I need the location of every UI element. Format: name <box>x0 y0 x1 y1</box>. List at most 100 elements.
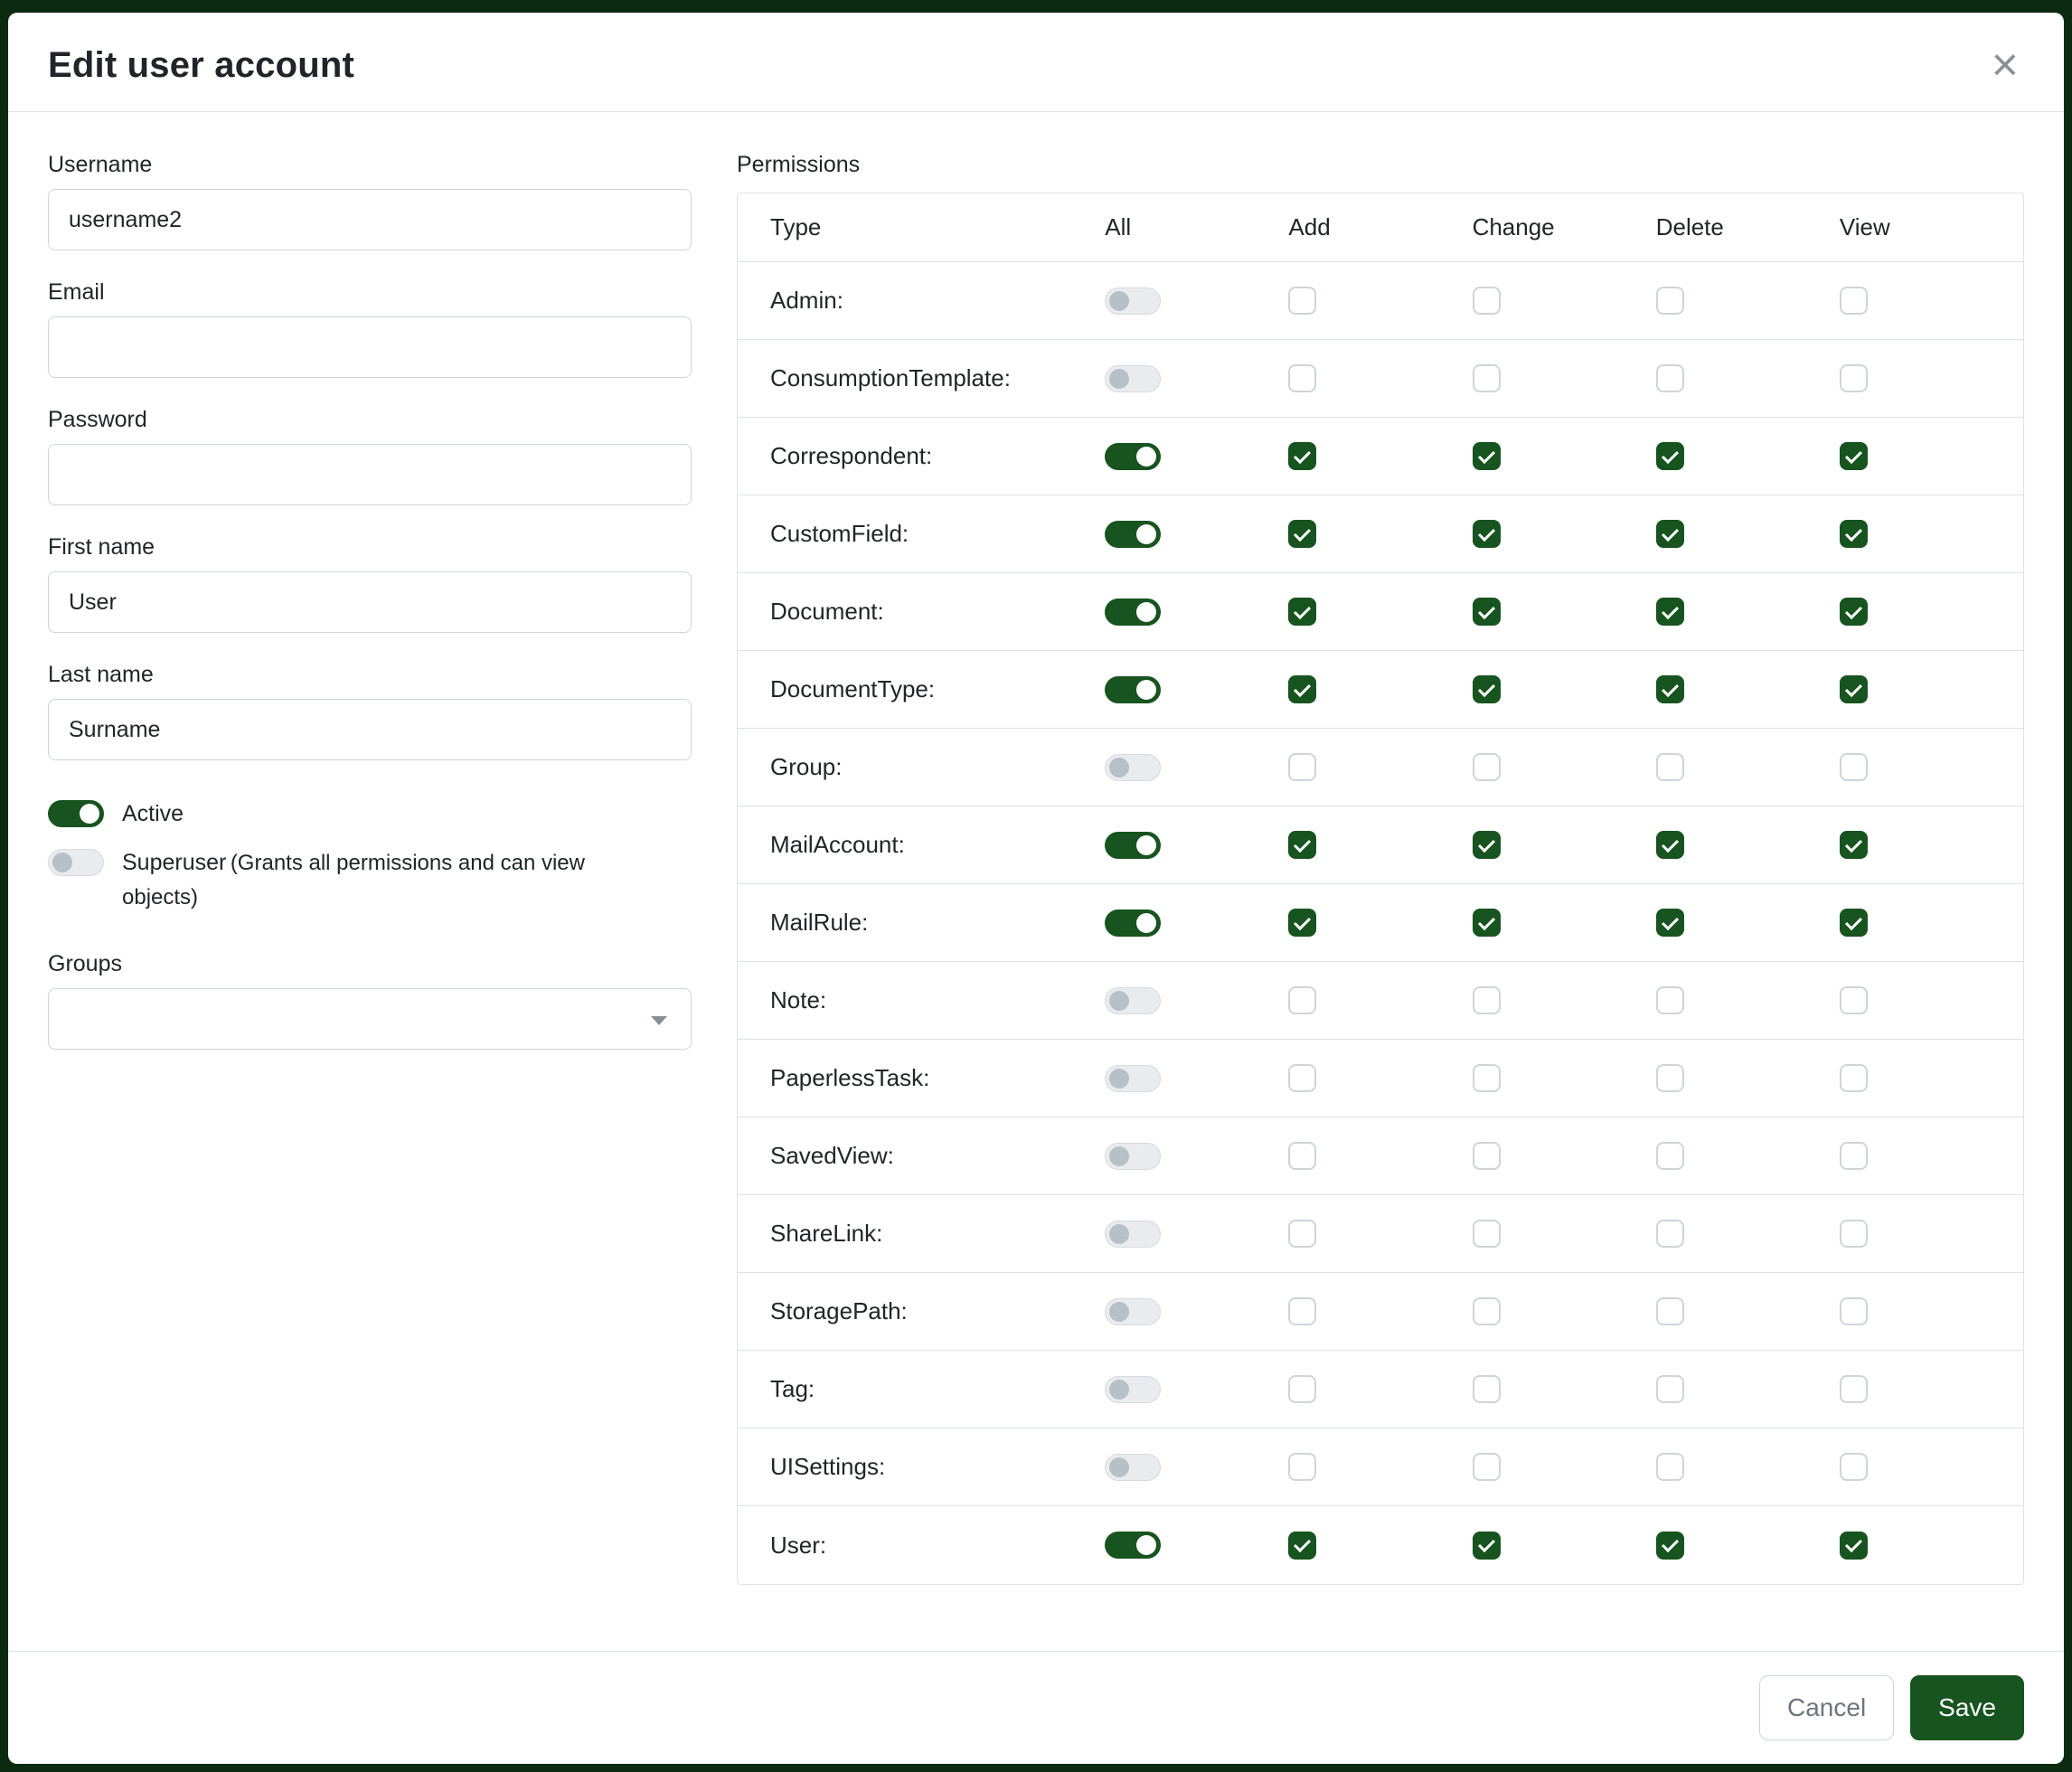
permission-delete-checkbox[interactable] <box>1656 753 1684 781</box>
permission-all-toggle[interactable] <box>1105 1454 1161 1481</box>
permission-add-checkbox[interactable] <box>1288 831 1316 859</box>
permission-row: Correspondent: <box>738 418 2023 495</box>
permission-change-checkbox[interactable] <box>1473 1142 1501 1170</box>
permission-change-checkbox[interactable] <box>1473 1532 1501 1560</box>
permission-view-checkbox[interactable] <box>1840 364 1868 392</box>
active-toggle[interactable] <box>48 800 104 827</box>
permission-change-checkbox[interactable] <box>1473 598 1501 626</box>
permission-delete-checkbox[interactable] <box>1656 986 1684 1014</box>
permission-change-checkbox[interactable] <box>1473 1297 1501 1325</box>
permission-delete-checkbox[interactable] <box>1656 598 1684 626</box>
email-field[interactable] <box>48 316 692 378</box>
permission-delete-checkbox[interactable] <box>1656 287 1684 315</box>
cancel-button[interactable]: Cancel <box>1759 1675 1894 1740</box>
permission-add-checkbox[interactable] <box>1288 753 1316 781</box>
password-field[interactable] <box>48 444 692 505</box>
permission-add-checkbox[interactable] <box>1288 287 1316 315</box>
permission-view-checkbox[interactable] <box>1840 598 1868 626</box>
permission-all-toggle[interactable] <box>1105 987 1161 1014</box>
permission-add-checkbox[interactable] <box>1288 1064 1316 1092</box>
permission-change-checkbox[interactable] <box>1473 1453 1501 1481</box>
permission-change-checkbox[interactable] <box>1473 520 1501 548</box>
permission-delete-checkbox[interactable] <box>1656 909 1684 937</box>
permission-delete-checkbox[interactable] <box>1656 520 1684 548</box>
permission-row: MailRule: <box>738 884 2023 962</box>
permission-all-toggle[interactable] <box>1105 832 1161 859</box>
permission-add-checkbox[interactable] <box>1288 1375 1316 1403</box>
permission-change-checkbox[interactable] <box>1473 831 1501 859</box>
permission-add-checkbox[interactable] <box>1288 1532 1316 1560</box>
permission-view-checkbox[interactable] <box>1840 675 1868 703</box>
permission-all-toggle[interactable] <box>1105 754 1161 781</box>
permission-add-checkbox[interactable] <box>1288 520 1316 548</box>
permission-add-checkbox[interactable] <box>1288 909 1316 937</box>
permission-change-checkbox[interactable] <box>1473 675 1501 703</box>
permission-view-checkbox[interactable] <box>1840 986 1868 1014</box>
permission-add-checkbox[interactable] <box>1288 1453 1316 1481</box>
permission-delete-checkbox[interactable] <box>1656 1453 1684 1481</box>
permission-view-checkbox[interactable] <box>1840 1142 1868 1170</box>
permission-delete-checkbox[interactable] <box>1656 675 1684 703</box>
permission-view-checkbox[interactable] <box>1840 442 1868 470</box>
permission-delete-checkbox[interactable] <box>1656 1142 1684 1170</box>
close-icon[interactable]: × <box>1986 45 2024 85</box>
permission-change-checkbox[interactable] <box>1473 1375 1501 1403</box>
permission-all-toggle[interactable] <box>1105 676 1161 703</box>
permission-all-toggle[interactable] <box>1105 287 1161 315</box>
groups-select[interactable] <box>48 988 692 1050</box>
permission-all-toggle[interactable] <box>1105 1065 1161 1092</box>
username-field[interactable] <box>48 189 692 250</box>
permission-view-checkbox[interactable] <box>1840 1064 1868 1092</box>
permission-delete-checkbox[interactable] <box>1656 1297 1684 1325</box>
permission-all-toggle[interactable] <box>1105 1532 1161 1559</box>
permission-change-checkbox[interactable] <box>1473 1064 1501 1092</box>
permission-change-checkbox[interactable] <box>1473 287 1501 315</box>
permission-view-checkbox[interactable] <box>1840 831 1868 859</box>
permission-view-checkbox[interactable] <box>1840 520 1868 548</box>
permission-add-checkbox[interactable] <box>1288 1297 1316 1325</box>
permission-change-checkbox[interactable] <box>1473 909 1501 937</box>
permission-change-checkbox[interactable] <box>1473 1220 1501 1248</box>
permission-view-checkbox[interactable] <box>1840 909 1868 937</box>
permission-all-toggle[interactable] <box>1105 365 1161 392</box>
first-name-field[interactable] <box>48 571 692 633</box>
permission-view-checkbox[interactable] <box>1840 1532 1868 1560</box>
permission-delete-checkbox[interactable] <box>1656 364 1684 392</box>
permission-all-toggle[interactable] <box>1105 599 1161 626</box>
permission-all-toggle[interactable] <box>1105 1221 1161 1248</box>
permission-add-checkbox[interactable] <box>1288 364 1316 392</box>
permission-view-checkbox[interactable] <box>1840 1297 1868 1325</box>
permission-add-checkbox[interactable] <box>1288 675 1316 703</box>
permission-add-checkbox[interactable] <box>1288 598 1316 626</box>
permission-cell-add <box>1288 520 1472 548</box>
last-name-field[interactable] <box>48 699 692 760</box>
permission-all-toggle[interactable] <box>1105 910 1161 937</box>
permission-cell-view <box>1840 1532 2023 1560</box>
permission-delete-checkbox[interactable] <box>1656 442 1684 470</box>
permission-delete-checkbox[interactable] <box>1656 1220 1684 1248</box>
permission-view-checkbox[interactable] <box>1840 1220 1868 1248</box>
permission-all-toggle[interactable] <box>1105 521 1161 548</box>
permission-all-toggle[interactable] <box>1105 1376 1161 1403</box>
permission-delete-checkbox[interactable] <box>1656 1532 1684 1560</box>
permission-view-checkbox[interactable] <box>1840 287 1868 315</box>
permission-change-checkbox[interactable] <box>1473 753 1501 781</box>
permission-change-checkbox[interactable] <box>1473 986 1501 1014</box>
permission-all-toggle[interactable] <box>1105 1143 1161 1170</box>
permission-add-checkbox[interactable] <box>1288 442 1316 470</box>
permission-view-checkbox[interactable] <box>1840 1375 1868 1403</box>
permission-add-checkbox[interactable] <box>1288 986 1316 1014</box>
permission-all-toggle[interactable] <box>1105 443 1161 470</box>
permission-all-toggle[interactable] <box>1105 1298 1161 1325</box>
permission-delete-checkbox[interactable] <box>1656 1064 1684 1092</box>
permission-change-checkbox[interactable] <box>1473 364 1501 392</box>
permission-view-checkbox[interactable] <box>1840 1453 1868 1481</box>
permission-delete-checkbox[interactable] <box>1656 1375 1684 1403</box>
superuser-toggle[interactable] <box>48 849 104 876</box>
permission-change-checkbox[interactable] <box>1473 442 1501 470</box>
permission-view-checkbox[interactable] <box>1840 753 1868 781</box>
save-button[interactable]: Save <box>1910 1675 2024 1740</box>
permission-delete-checkbox[interactable] <box>1656 831 1684 859</box>
permission-add-checkbox[interactable] <box>1288 1220 1316 1248</box>
permission-add-checkbox[interactable] <box>1288 1142 1316 1170</box>
